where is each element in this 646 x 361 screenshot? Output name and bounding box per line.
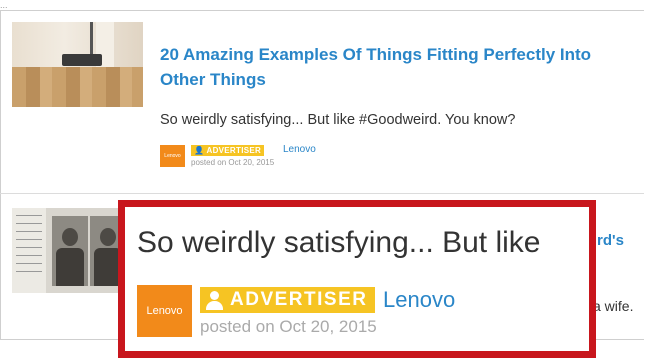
posted-date: posted on Oct 20, 2015: [191, 158, 275, 167]
advertiser-badge: 👤 ADVERTISER: [191, 145, 265, 156]
user-icon: [206, 290, 223, 310]
article-title-2[interactable]: rd's: [597, 232, 624, 249]
advertiser-link[interactable]: Lenovo: [283, 144, 316, 155]
advertiser-link-zoom[interactable]: Lenovo: [383, 287, 455, 313]
advertiser-badge-label: ADVERTISER: [206, 146, 262, 155]
divider: [0, 193, 644, 194]
advertiser-badge-zoom-label: ADVERTISER: [230, 289, 368, 310]
zoom-callout: So weirdly satisfying... But like Lenovo…: [118, 200, 596, 358]
advertiser-badge-zoom: ADVERTISER: [200, 287, 376, 313]
article-description-2: a wife.: [593, 298, 634, 314]
article-thumbnail[interactable]: [12, 22, 143, 107]
lenovo-logo-zoom[interactable]: Lenovo: [137, 285, 192, 337]
zoom-description: So weirdly satisfying... But like: [137, 226, 541, 259]
top-snippet: ...: [0, 0, 8, 10]
article-title[interactable]: 20 Amazing Examples Of Things Fitting Pe…: [160, 42, 640, 92]
article-description: So weirdly satisfying... But like #Goodw…: [160, 112, 516, 128]
posted-date-zoom: posted on Oct 20, 2015: [200, 317, 377, 336]
lenovo-logo[interactable]: Lenovo: [160, 145, 185, 167]
article-thumbnail-2[interactable]: [12, 208, 127, 293]
